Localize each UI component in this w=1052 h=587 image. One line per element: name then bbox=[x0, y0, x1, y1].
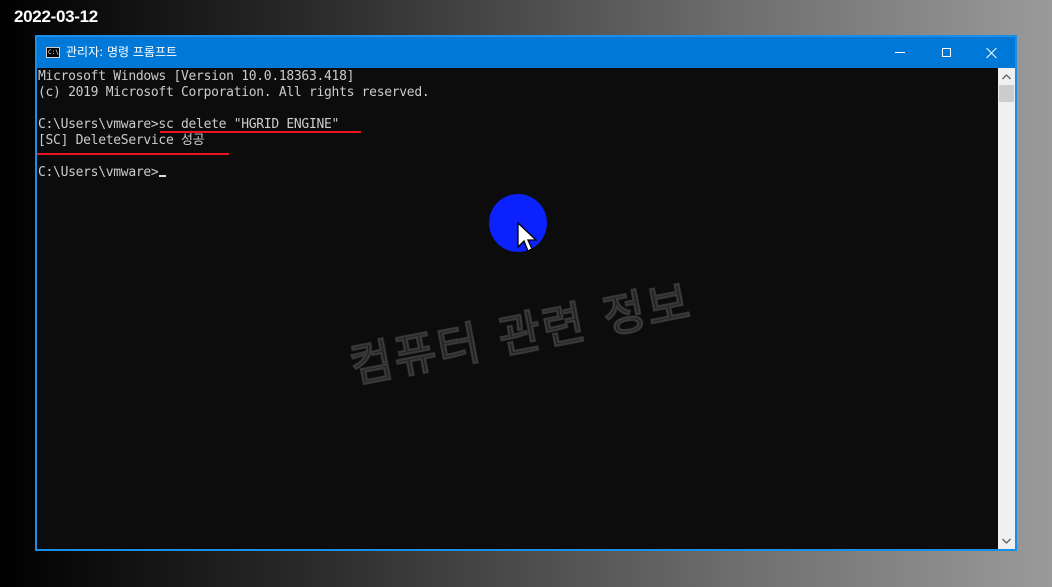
cmd-icon[interactable]: C:\ bbox=[46, 47, 60, 58]
vertical-scrollbar[interactable] bbox=[998, 68, 1015, 549]
minimize-icon bbox=[895, 52, 905, 53]
scroll-down-button[interactable] bbox=[998, 532, 1015, 549]
close-icon bbox=[986, 47, 998, 59]
title-bar[interactable]: C:\ 관리자: 명령 프롬프트 bbox=[37, 37, 1015, 68]
watermark-text: 컴퓨터 관련 정보 bbox=[345, 274, 696, 394]
console-line: Microsoft Windows [Version 10.0.18363.41… bbox=[38, 69, 355, 84]
command-prompt-window[interactable]: C:\ 관리자: 명령 프롬프트 Microsoft Windows [Vers… bbox=[35, 35, 1017, 551]
console-prompt-line[interactable]: C:\Users\vmware> bbox=[38, 165, 167, 181]
red-underline-result bbox=[37, 153, 229, 155]
maximize-button[interactable] bbox=[923, 37, 969, 68]
red-underline-command bbox=[160, 131, 361, 133]
chevron-down-icon bbox=[1002, 538, 1011, 544]
mouse-pointer-icon bbox=[517, 222, 538, 252]
console-output[interactable]: Microsoft Windows [Version 10.0.18363.41… bbox=[37, 68, 998, 549]
date-label: 2022-03-12 bbox=[14, 7, 98, 26]
maximize-icon bbox=[941, 48, 951, 57]
chevron-up-icon bbox=[1002, 73, 1011, 79]
console-line: (c) 2019 Microsoft Corporation. All righ… bbox=[38, 85, 430, 100]
console-prompt: C:\Users\vmware> bbox=[38, 165, 159, 180]
scroll-up-button[interactable] bbox=[998, 68, 1015, 85]
text-cursor bbox=[159, 175, 167, 177]
window-title: 관리자: 명령 프롬프트 bbox=[66, 45, 178, 59]
minimize-button[interactable] bbox=[877, 37, 923, 68]
scroll-thumb[interactable] bbox=[999, 85, 1014, 102]
close-button[interactable] bbox=[969, 37, 1015, 68]
console-line: [SC] DeleteService 성공 bbox=[38, 133, 205, 148]
